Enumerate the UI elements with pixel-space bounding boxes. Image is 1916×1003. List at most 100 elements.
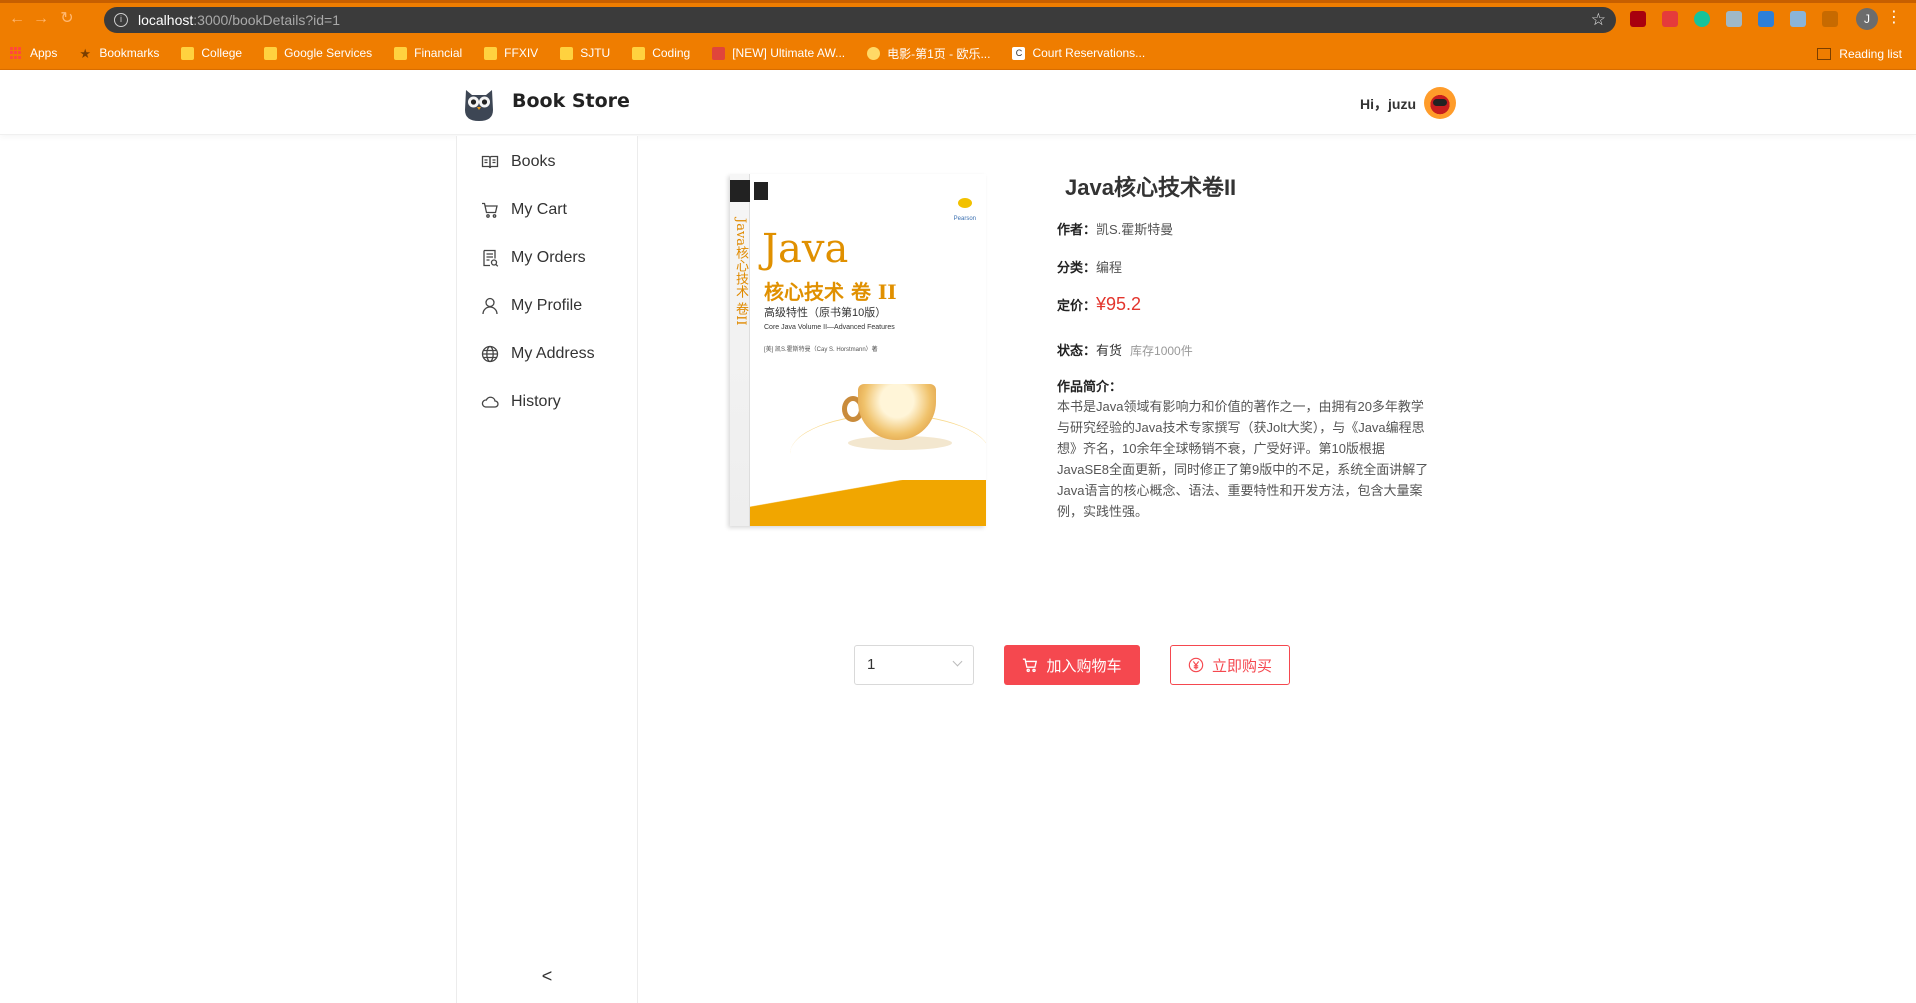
cover-wave bbox=[750, 480, 986, 526]
url-host: localhost bbox=[138, 12, 194, 28]
browser-toolbar: ← → ↻ i localhost:3000/bookDetails?id=1 … bbox=[0, 0, 1916, 37]
site-icon bbox=[867, 46, 881, 60]
reload-icon[interactable]: ↻ bbox=[58, 10, 76, 28]
profile-avatar[interactable]: J bbox=[1856, 8, 1878, 30]
address-bar[interactable]: i localhost:3000/bookDetails?id=1 ☆ bbox=[104, 7, 1616, 33]
snowflake-extension-icon[interactable] bbox=[1758, 11, 1774, 27]
site-icon bbox=[712, 46, 726, 60]
browser-menu-icon[interactable]: ⋮ bbox=[1886, 9, 1902, 27]
spine-title: Java核心技术 卷II bbox=[733, 218, 748, 326]
user-avatar[interactable] bbox=[1424, 87, 1456, 119]
extensions-puzzle-icon[interactable] bbox=[1822, 11, 1838, 27]
folder-icon bbox=[181, 46, 195, 60]
grammarly-extension-icon[interactable] bbox=[1694, 11, 1710, 27]
bookmark-label: Apps bbox=[30, 46, 58, 60]
bookmark-label: Bookmarks bbox=[99, 46, 160, 60]
sidebar-item-my-address[interactable]: My Address bbox=[457, 330, 637, 378]
bookmark-label: Court Reservations... bbox=[1032, 46, 1146, 60]
quantity-value: 1 bbox=[867, 656, 876, 673]
stock-count: 库存1000件 bbox=[1130, 344, 1193, 358]
spine-logo bbox=[730, 180, 750, 202]
bookmark-apps[interactable]: Apps bbox=[10, 46, 57, 60]
book-category-row: 分类：编程 bbox=[1057, 257, 1122, 276]
buy-now-label: 立即购买 bbox=[1211, 657, 1272, 675]
brand-title[interactable]: Book Store bbox=[512, 90, 630, 112]
sidebar-item-books[interactable]: Books bbox=[457, 138, 637, 186]
bookmark-ultimate-aw[interactable]: [NEW] Ultimate AW... bbox=[712, 46, 845, 60]
award-badge-icon bbox=[958, 198, 972, 208]
bookmark-bookmarks[interactable]: ★ Bookmarks bbox=[79, 46, 159, 60]
book-intro: 本书是Java领域有影响力和价值的著作之一，由拥有20多年教学与研究经验的Jav… bbox=[1057, 399, 1429, 519]
bookmarks-bar: Apps ★ Bookmarks College Google Services… bbox=[0, 37, 1916, 70]
user-icon bbox=[481, 297, 499, 315]
sidebar-item-history[interactable]: History bbox=[457, 378, 637, 426]
bookmark-star-icon[interactable]: ☆ bbox=[1591, 7, 1606, 33]
price-value: ¥95.2 bbox=[1096, 294, 1142, 314]
bookmark-label: [NEW] Ultimate AW... bbox=[732, 46, 846, 60]
sidebar-item-my-orders[interactable]: My Orders bbox=[457, 234, 637, 282]
intro-label: 作品简介： bbox=[1057, 379, 1123, 394]
bookmark-court-reservations[interactable]: C Court Reservations... bbox=[1012, 46, 1145, 60]
cart-icon bbox=[1022, 657, 1038, 673]
status-label: 状态： bbox=[1057, 343, 1097, 358]
bookmark-coding[interactable]: Coding bbox=[632, 46, 690, 60]
user-extension-icon[interactable] bbox=[1790, 11, 1806, 27]
add-to-cart-button[interactable]: 加入购物车 bbox=[1004, 645, 1140, 685]
star-icon: ★ bbox=[79, 45, 92, 61]
ublock-extension-icon[interactable] bbox=[1630, 11, 1646, 27]
bookmark-ffxiv[interactable]: FFXIV bbox=[484, 46, 538, 60]
cover-java-title: Java bbox=[762, 226, 849, 272]
user-greeting: Hi，juzu bbox=[1360, 96, 1416, 112]
category-label: 分类： bbox=[1057, 260, 1097, 275]
book-title: Java核心技术卷II bbox=[1065, 175, 1237, 200]
sidebar-collapse-button[interactable]: < bbox=[457, 966, 637, 987]
book-status-row: 状态：有货 库存1000件 bbox=[1057, 340, 1193, 359]
app-header: Book Store Hi，juzu bbox=[0, 70, 1916, 135]
cover-zh-title: 核心技术 卷 II bbox=[764, 280, 897, 304]
translate-extension-icon[interactable] bbox=[1726, 11, 1742, 27]
sidebar-item-label: My Profile bbox=[511, 297, 583, 314]
price-label: 定价： bbox=[1057, 298, 1097, 313]
bookmark-label: Financial bbox=[414, 46, 463, 60]
bookmark-label: Google Services bbox=[284, 46, 373, 60]
cover-en-title: Core Java Volume II—Advanced Features bbox=[764, 324, 895, 331]
folder-icon bbox=[632, 46, 646, 60]
sidebar-menu: Books My Cart My Orders My Profile My Ad… bbox=[456, 136, 638, 1003]
reading-list[interactable]: Reading list bbox=[1817, 37, 1902, 70]
bookmark-label: 电影-第1页 - 欧乐... bbox=[887, 46, 991, 61]
sidebar-item-label: My Cart bbox=[511, 201, 567, 218]
book-author-row: 作者：凯S.霍斯特曼 bbox=[1057, 219, 1173, 238]
url-path: :3000/bookDetails?id=1 bbox=[193, 12, 340, 28]
yen-circle-icon bbox=[1188, 657, 1204, 673]
site-info-icon[interactable]: i bbox=[114, 13, 128, 27]
bookmark-label: Coding bbox=[652, 46, 691, 60]
owl-logo-icon[interactable] bbox=[462, 84, 496, 122]
add-to-cart-label: 加入购物车 bbox=[1046, 657, 1122, 675]
sidebar-item-my-cart[interactable]: My Cart bbox=[457, 186, 637, 234]
author-value: 凯S.霍斯特曼 bbox=[1096, 222, 1174, 237]
folder-icon bbox=[484, 46, 498, 60]
sidebar-item-my-profile[interactable]: My Profile bbox=[457, 282, 637, 330]
bookmark-financial[interactable]: Financial bbox=[394, 46, 462, 60]
bookmark-sjtu[interactable]: SJTU bbox=[560, 46, 610, 60]
bookmark-google-services[interactable]: Google Services bbox=[264, 46, 372, 60]
orders-icon bbox=[481, 249, 499, 267]
bookmark-college[interactable]: College bbox=[181, 46, 242, 60]
publisher-logo: Pearson bbox=[953, 216, 976, 222]
category-value: 编程 bbox=[1096, 260, 1123, 275]
buy-now-button[interactable]: 立即购买 bbox=[1170, 645, 1290, 685]
quantity-select[interactable]: 1 bbox=[854, 645, 974, 685]
cover-subtitle: 高级特性（原书第10版） bbox=[764, 307, 887, 319]
back-icon[interactable]: ← bbox=[8, 10, 26, 28]
cover-authors: [美] 凯S.霍斯特曼（Cay S. Horstmann）著 bbox=[764, 347, 878, 353]
forward-icon[interactable]: → bbox=[32, 10, 50, 28]
series-logo bbox=[754, 182, 768, 200]
cart-icon bbox=[481, 201, 499, 219]
folder-icon bbox=[264, 46, 278, 60]
reading-list-label: Reading list bbox=[1839, 46, 1902, 61]
sidebar-item-label: Books bbox=[511, 153, 556, 170]
lock-extension-icon[interactable] bbox=[1662, 11, 1678, 27]
bookmark-movies[interactable]: 电影-第1页 - 欧乐... bbox=[867, 45, 990, 62]
status-value: 有货 bbox=[1096, 343, 1123, 358]
bookmark-label: SJTU bbox=[580, 46, 611, 60]
